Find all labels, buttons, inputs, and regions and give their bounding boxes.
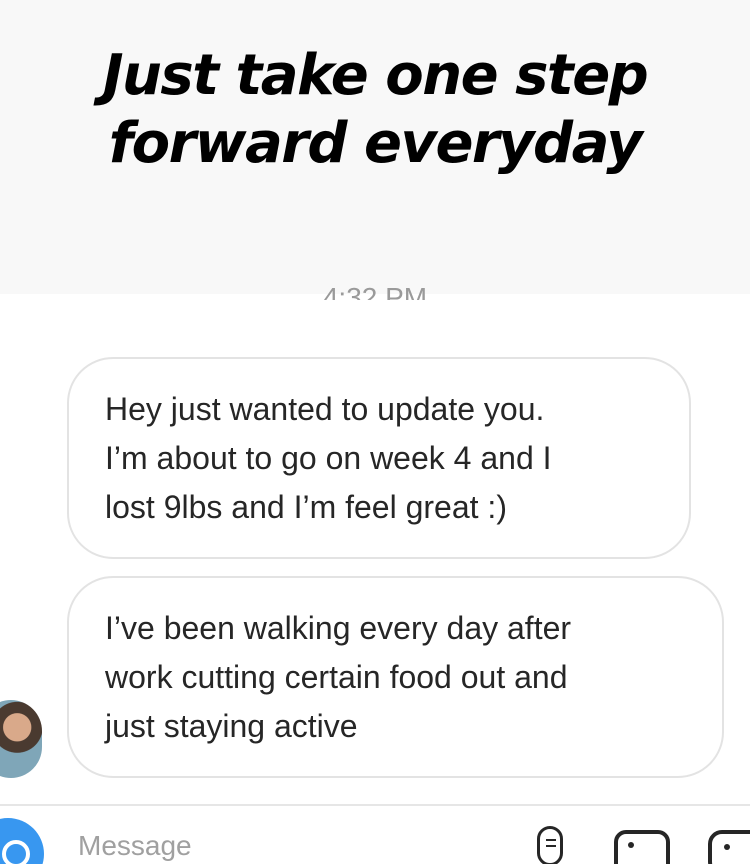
- camera-icon[interactable]: [0, 818, 44, 864]
- caption-line-1: Just take one step: [102, 43, 649, 108]
- caption-title: Just take one step forward everyday: [0, 42, 750, 178]
- caption-line-2: forward everyday: [108, 111, 643, 176]
- message-line: I’ve been walking every day after: [105, 610, 572, 646]
- caption-banner: Just take one step forward everyday: [0, 0, 750, 294]
- message-timestamp: 4:32 PM: [0, 270, 750, 300]
- composer-divider: [0, 804, 750, 806]
- message-input[interactable]: Message: [78, 830, 338, 864]
- message-line: work cutting certain food out and: [105, 659, 568, 695]
- message-bubble[interactable]: I’ve been walking every day after work c…: [67, 576, 724, 778]
- message-line: just staying active: [105, 708, 358, 744]
- sender-avatar[interactable]: [0, 700, 42, 778]
- microphone-icon[interactable]: [537, 826, 563, 864]
- message-line: lost 9lbs and I’m feel great :): [105, 489, 507, 525]
- timestamp-text: 4:32 PM: [322, 282, 428, 300]
- message-bubble[interactable]: Hey just wanted to update you. I’m about…: [67, 357, 691, 559]
- message-line: I’m about to go on week 4 and I: [105, 440, 552, 476]
- gallery-icon[interactable]: [614, 830, 670, 864]
- sticker-icon[interactable]: [708, 830, 750, 864]
- message-line: Hey just wanted to update you.: [105, 391, 545, 427]
